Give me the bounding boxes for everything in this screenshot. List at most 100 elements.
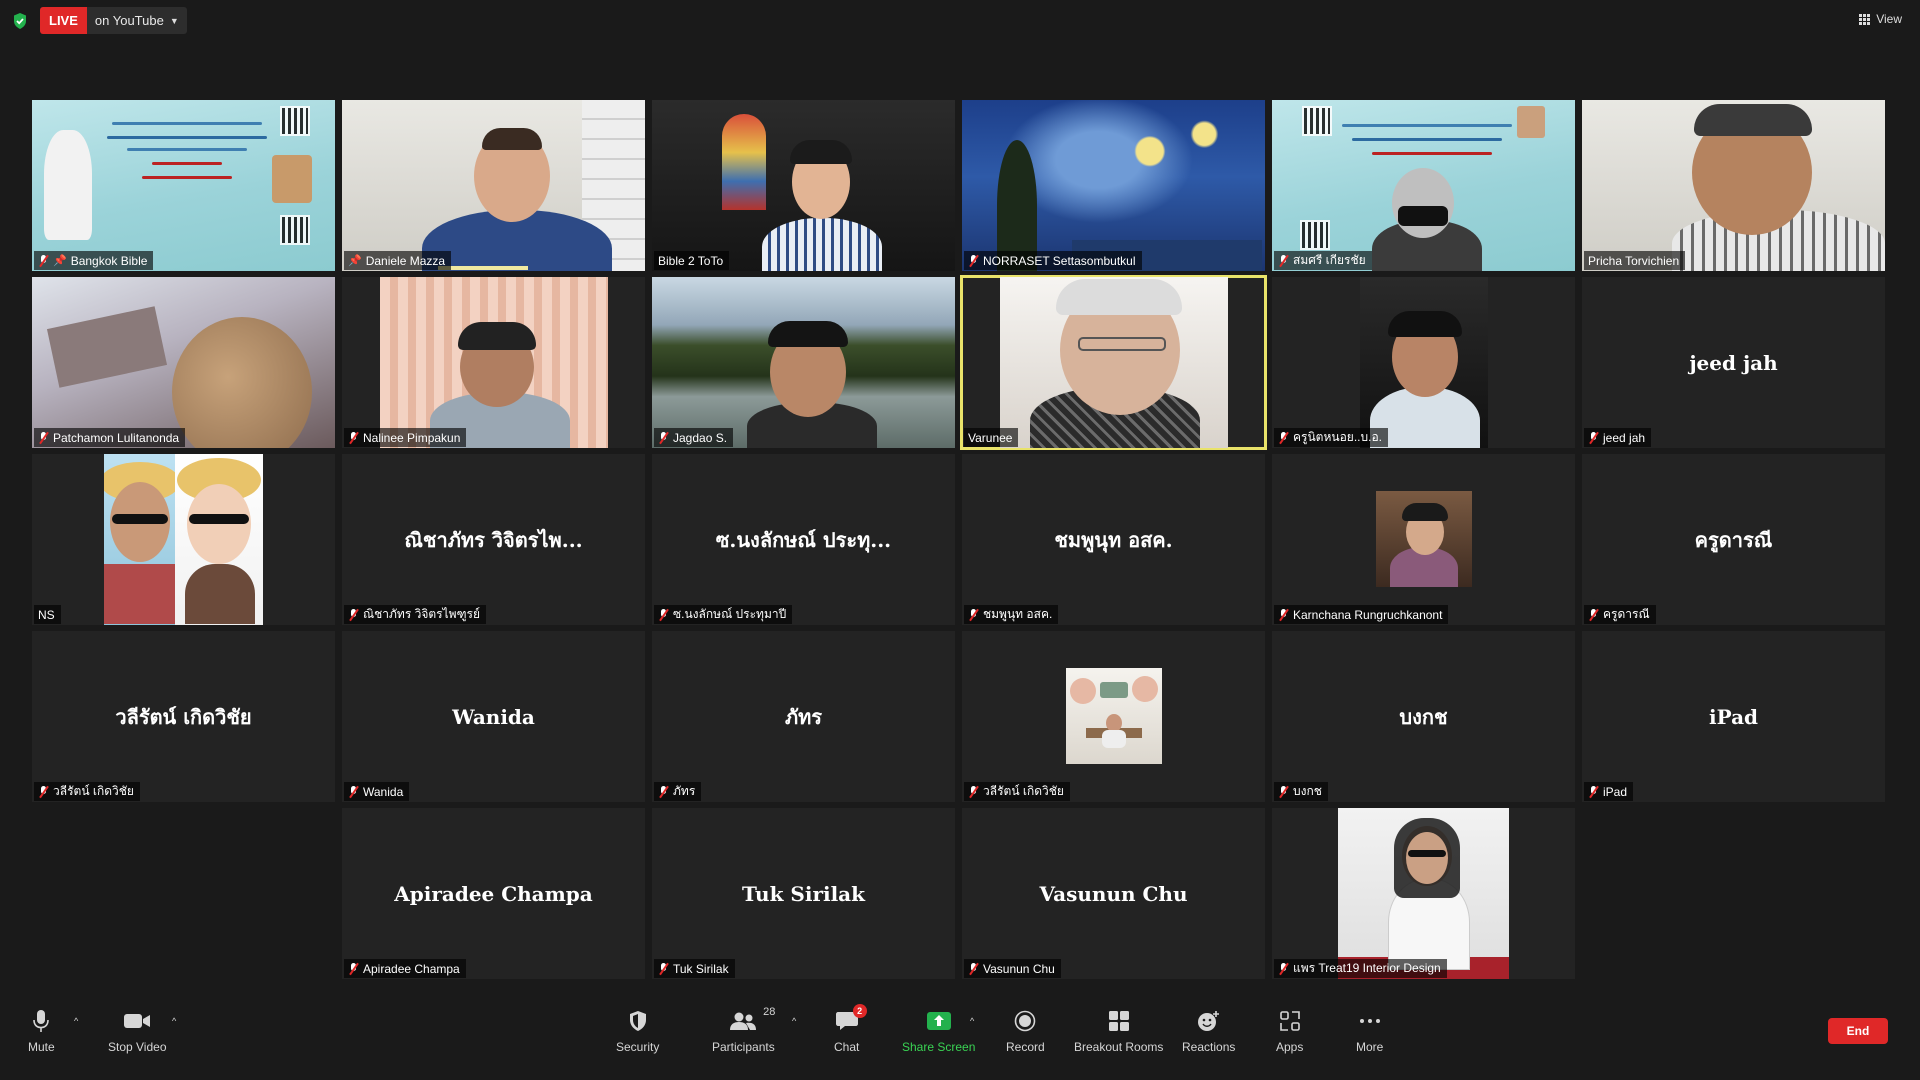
participant-nameplate: 📌 Daniele Mazza	[344, 251, 452, 270]
participant-nameplate: NORRASET Settasombutkul	[964, 251, 1142, 270]
participant-nameplate: Jagdao S.	[654, 428, 734, 447]
security-button[interactable]: Security	[616, 1008, 659, 1054]
participant-nameplate: Pricha Torvichien	[1584, 251, 1686, 270]
participant-name: Jagdao S.	[673, 430, 728, 445]
participant-video	[652, 100, 955, 271]
participant-video	[104, 454, 175, 625]
record-icon	[1015, 1010, 1036, 1032]
participant-video	[1360, 277, 1488, 448]
participant-nameplate: NS	[34, 605, 61, 624]
end-meeting-button[interactable]: End	[1828, 1018, 1888, 1044]
participant-tile[interactable]: ภัทร ภัทร	[652, 631, 955, 802]
participant-avatar-image	[1066, 668, 1162, 764]
shield-check-icon[interactable]	[12, 12, 28, 30]
microphone-icon	[33, 1010, 50, 1032]
share-screen-label: Share Screen	[902, 1040, 976, 1054]
reactions-button[interactable]: Reactions	[1182, 1008, 1235, 1054]
participant-tile[interactable]: บงกช บงกช	[1272, 631, 1575, 802]
participant-tile[interactable]: 📌 Bangkok Bible	[32, 100, 335, 271]
participant-tile[interactable]: Pricha Torvichien	[1582, 100, 1885, 271]
participant-video	[32, 277, 335, 448]
participant-tile[interactable]: Jagdao S.	[652, 277, 955, 448]
record-label: Record	[1006, 1040, 1045, 1054]
chat-button[interactable]: 2 Chat	[834, 1004, 867, 1054]
participant-tile[interactable]: Karnchana Rungruchkanont	[1272, 454, 1575, 625]
participant-tile[interactable]: ครูนิตหนอย..บ.อ.	[1272, 277, 1575, 448]
participant-tile[interactable]: Tuk Sirilak Tuk Sirilak	[652, 808, 955, 979]
participant-name: ครูนิตหนอย..บ.อ.	[1293, 430, 1382, 444]
participant-tile[interactable]: ชมพูนุท อสค. ชมพูนุท อสค.	[962, 454, 1265, 625]
stop-video-label: Stop Video	[108, 1040, 167, 1054]
participant-tile[interactable]: สมศรี เกียรชัย	[1272, 100, 1575, 271]
participant-nameplate: Tuk Sirilak	[654, 959, 735, 978]
participant-tile-active-speaker[interactable]: Varunee	[960, 275, 1267, 450]
chat-label: Chat	[834, 1040, 860, 1054]
participant-display-name: วลีรัตน์ เกิดวิชัย	[115, 704, 252, 729]
mic-muted-icon	[38, 254, 49, 267]
participant-name: Apiradee Champa	[363, 961, 460, 976]
participant-tile[interactable]: jeed jah jeed jah	[1582, 277, 1885, 448]
more-label: More	[1356, 1040, 1384, 1054]
participant-name: NS	[38, 607, 55, 622]
participant-video	[1272, 100, 1575, 271]
participant-tile[interactable]: Vasunun Chu Vasunun Chu	[962, 808, 1265, 979]
live-stream-dropdown[interactable]: LIVE on YouTube ▼	[40, 7, 187, 34]
participant-tile[interactable]: NS	[32, 454, 335, 625]
participant-tile[interactable]: วลีรัตน์ เกิดวิชัย วลีรัตน์ เกิดวิชัย	[32, 631, 335, 802]
participant-tile[interactable]: Patchamon Lulitanonda	[32, 277, 335, 448]
view-button[interactable]: View	[1859, 12, 1902, 26]
mic-muted-icon	[658, 431, 669, 444]
participant-tile[interactable]: ครูดารณี ครูดารณี	[1582, 454, 1885, 625]
mic-muted-icon	[968, 785, 979, 798]
participant-tile[interactable]: 📌 Daniele Mazza	[342, 100, 645, 271]
apps-button[interactable]: Apps	[1276, 1008, 1303, 1054]
participant-nameplate: Nalinee Pimpakun	[344, 428, 467, 447]
participants-options-chevron-icon[interactable]: ^	[792, 1016, 796, 1026]
participant-display-name: บงกช	[1399, 704, 1448, 729]
audio-options-chevron-icon[interactable]: ^	[74, 1016, 78, 1026]
participant-name: Pricha Torvichien	[1588, 253, 1680, 268]
mic-muted-icon	[968, 608, 979, 621]
share-options-chevron-icon[interactable]: ^	[970, 1016, 974, 1026]
stop-video-button[interactable]: Stop Video	[108, 1008, 167, 1054]
participant-tile[interactable]: ซ.นงลักษณ์ ประทุ... ซ.นงลักษณ์ ประทุมาปี	[652, 454, 955, 625]
breakout-rooms-button[interactable]: Breakout Rooms	[1074, 1008, 1163, 1054]
mic-muted-icon	[1588, 785, 1599, 798]
reactions-label: Reactions	[1182, 1040, 1236, 1054]
mic-muted-icon	[348, 962, 359, 975]
participant-name: Tuk Sirilak	[673, 961, 729, 976]
participant-tile[interactable]: Wanida Wanida	[342, 631, 645, 802]
participant-name: ซ.นงลักษณ์ ประทุมาปี	[673, 607, 787, 621]
participant-nameplate: บงกช	[1274, 782, 1328, 801]
participant-nameplate: ครูนิตหนอย..บ.อ.	[1274, 428, 1388, 447]
participant-tile[interactable]: Bible 2 ToTo	[652, 100, 955, 271]
mic-muted-icon	[968, 254, 979, 267]
participant-name: Karnchana Rungruchkanont	[1293, 607, 1443, 622]
participant-name: Nalinee Pimpakun	[363, 430, 461, 445]
participant-avatar-image	[175, 454, 263, 625]
participant-tile[interactable]: NORRASET Settasombutkul	[962, 100, 1265, 271]
participant-avatar-image	[1376, 491, 1472, 587]
participant-tile[interactable]: Apiradee Champa Apiradee Champa	[342, 808, 645, 979]
participant-display-name: iPad	[1708, 704, 1759, 729]
mute-button[interactable]: Mute	[28, 1008, 55, 1054]
participant-tile[interactable]: iPad iPad	[1582, 631, 1885, 802]
video-options-chevron-icon[interactable]: ^	[172, 1016, 176, 1026]
participant-name: ครูดารณี	[1603, 607, 1650, 621]
more-button[interactable]: More	[1356, 1008, 1383, 1054]
participant-nameplate: สมศรี เกียรชัย	[1274, 251, 1372, 270]
participant-tile[interactable]: แพร Treat19 Interior Design	[1272, 808, 1575, 979]
share-screen-button[interactable]: Share Screen	[902, 1008, 975, 1054]
participant-nameplate: ณิชาภัทร วิจิตรไพฑูรย์	[344, 605, 487, 624]
record-button[interactable]: Record	[1006, 1008, 1045, 1054]
participant-name: Daniele Mazza	[365, 253, 446, 268]
participant-name: บงกช	[1293, 784, 1322, 798]
more-dots-icon	[1359, 1019, 1380, 1023]
participants-button[interactable]: 28 Participants	[712, 1006, 775, 1054]
participant-tile[interactable]: ณิชาภัทร วิจิตรไพ... ณิชาภัทร วิจิตรไพฑู…	[342, 454, 645, 625]
apps-icon	[1279, 1011, 1300, 1031]
participant-tile[interactable]: Nalinee Pimpakun	[342, 277, 645, 448]
participant-nameplate: วลีรัตน์ เกิดวิชัย	[964, 782, 1070, 801]
mic-muted-icon	[1278, 431, 1289, 444]
participant-tile[interactable]: วลีรัตน์ เกิดวิชัย	[962, 631, 1265, 802]
